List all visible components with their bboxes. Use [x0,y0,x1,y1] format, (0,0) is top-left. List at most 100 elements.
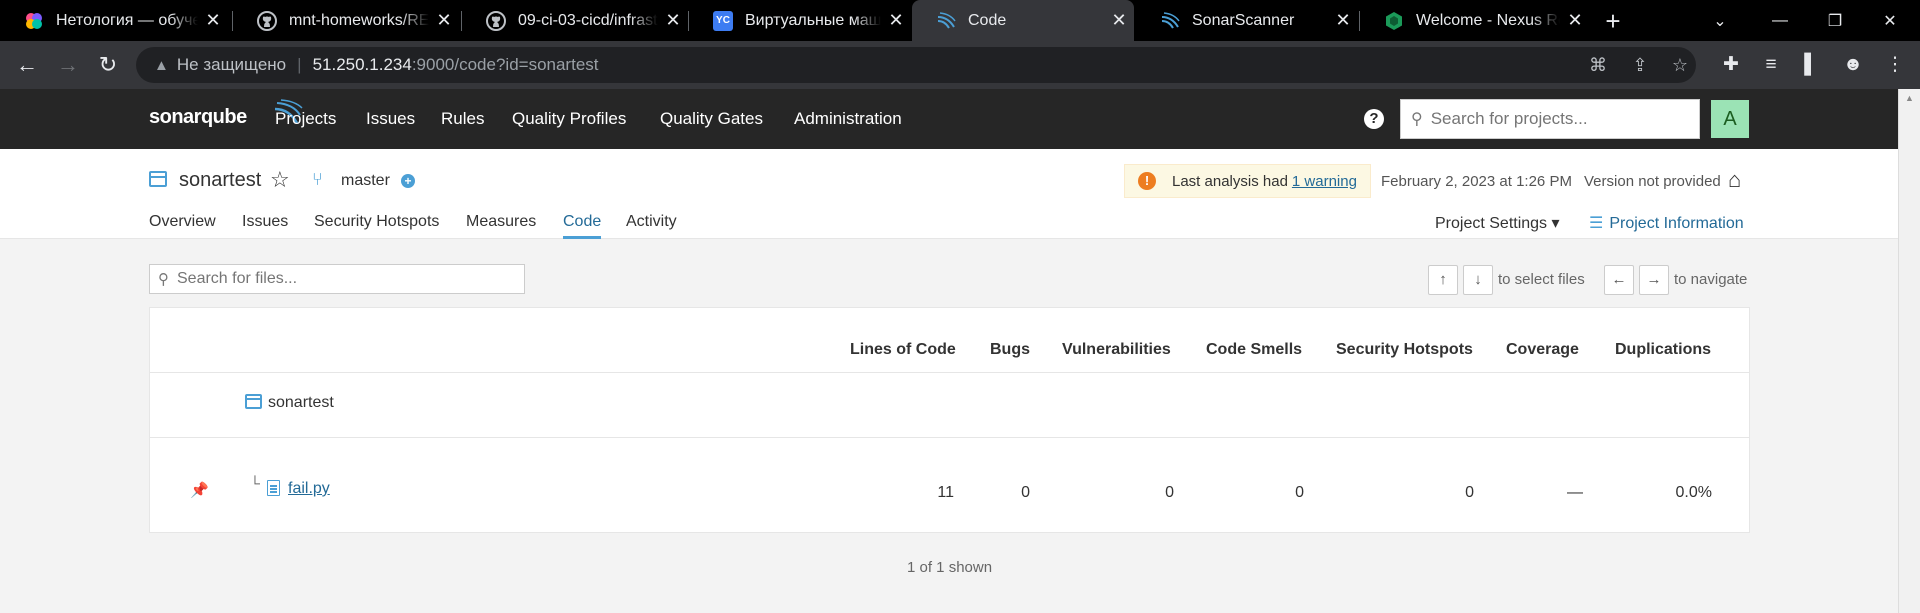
analysis-date: February 2, 2023 at 1:26 PM [1381,173,1572,190]
branch-icon: ⑂ [312,169,323,189]
tab-measures[interactable]: Measures [466,213,536,239]
tab-issues[interactable]: Issues [242,213,288,239]
cell-lines-of-code[interactable]: 11 [937,484,954,502]
row-divider [150,437,1749,438]
nav-projects[interactable]: Projects [275,109,336,129]
column-duplications: Duplications [1615,341,1712,358]
nav-administration[interactable]: Administration [794,109,902,129]
close-tab-icon[interactable]: ✕ [1328,10,1358,31]
tab-search-icon[interactable]: ⌄ [1690,0,1750,41]
github-icon [257,10,277,31]
file-icon [267,480,280,496]
warning-icon: ! [1138,172,1156,190]
close-tab-icon[interactable]: ✕ [429,10,459,31]
directory-name: sonartest [268,394,334,411]
nav-quality-gates[interactable]: Quality Gates [660,109,763,129]
column-coverage: Coverage [1506,341,1579,358]
close-tab-icon[interactable]: ✕ [881,10,911,31]
browser-tab-nexus[interactable]: Welcome - Nexus Repository ✕ [1360,0,1590,41]
netology-icon [24,11,44,31]
project-information-link[interactable]: ☰ Project Information [1589,213,1744,233]
favorite-star-icon[interactable]: ☆ [270,167,290,193]
scroll-up-icon[interactable]: ▲ [1905,93,1914,103]
key-right-hint: → [1639,265,1669,295]
nav-issues[interactable]: Issues [366,109,415,129]
select-files-hint: to select files [1498,271,1585,288]
key-left-hint: ← [1604,265,1634,295]
browser-tab-netology[interactable]: Нетология — обучение ✕ [0,0,228,41]
address-bar[interactable]: ▲ Не защищено | 51.250.1.234 :9000/code?… [136,47,1696,83]
nav-rules[interactable]: Rules [441,109,484,129]
new-tab-button[interactable]: + [1598,6,1628,36]
cell-bugs[interactable]: 0 [1021,484,1030,502]
menu-icon[interactable]: ⋮ [1884,54,1906,76]
close-tab-icon[interactable]: ✕ [658,10,688,31]
project-name[interactable]: sonartest [179,169,261,192]
browser-tab-sonarscanner[interactable]: SonarScanner ✕ [1136,0,1358,41]
header-divider [150,372,1749,373]
file-search[interactable]: ⚲ [149,264,525,294]
cell-coverage: — [1567,484,1583,501]
profile-icon[interactable]: ☻ [1842,54,1864,76]
results-count: 1 of 1 shown [907,559,993,576]
sonarqube-logo[interactable]: sonarqube [149,99,303,129]
share-icon[interactable]: ⇪ [1630,55,1650,75]
cell-code-smells[interactable]: 0 [1295,484,1304,502]
insecure-label: Не защищено [176,55,287,74]
branch-add-icon[interactable]: + [401,174,415,188]
logo-text: sonarqube [149,106,247,128]
tab-title: mnt-homeworks/README [289,11,429,29]
key-up-hint: ↑ [1428,265,1458,295]
branch-name[interactable]: master [341,172,390,190]
user-avatar[interactable]: A [1711,100,1749,138]
sonarqube-navbar: sonarqube Projects Issues Rules Quality … [0,89,1898,149]
browser-tab-code[interactable]: Code ✕ [912,0,1134,41]
close-window-button[interactable]: ✕ [1860,0,1920,41]
browser-tab-virtual-machines[interactable]: YC Виртуальные машины ✕ [689,0,911,41]
close-tab-icon[interactable]: ✕ [198,10,228,31]
directory-icon [245,394,262,409]
version-label: Version not provided [1584,173,1721,190]
tab-title: Welcome - Nexus Repository [1416,11,1560,29]
project-search-input[interactable] [1430,109,1671,129]
close-tab-icon[interactable]: ✕ [1560,10,1590,31]
bookmark-star-icon[interactable]: ☆ [1670,55,1690,75]
browser-tab-mnt-homeworks[interactable]: mnt-homeworks/README ✕ [233,0,459,41]
url-path: :9000/code?id=sonartest [411,55,599,74]
navigate-hint: to navigate [1674,271,1748,288]
side-panel-icon[interactable]: ▌ [1800,54,1822,76]
project-settings-dropdown[interactable]: Project Settings ▾ [1435,213,1560,233]
cell-duplications[interactable]: 0.0% [1676,484,1712,502]
nav-quality-profiles[interactable]: Quality Profiles [512,109,626,129]
project-search[interactable]: ⚲ [1400,99,1700,139]
yandex-cloud-icon: YC [713,10,733,31]
back-button[interactable]: ← [12,50,42,80]
page-scrollbar[interactable]: ▲ [1898,89,1920,613]
file-name-link[interactable]: fail.py [288,480,330,498]
pin-icon[interactable]: 📌 [190,481,209,499]
extensions-icon[interactable]: ✚ [1720,54,1742,76]
tab-overview[interactable]: Overview [149,213,216,239]
project-icon [149,171,167,187]
reload-button[interactable]: ↻ [93,50,123,80]
minimize-button[interactable]: — [1750,0,1810,41]
cell-security-hotspots[interactable]: 0 [1465,484,1474,502]
tab-security-hotspots[interactable]: Security Hotspots [314,213,439,239]
home-icon[interactable]: ⌂ [1728,167,1741,193]
tab-code[interactable]: Code [563,213,602,239]
file-search-input[interactable] [177,270,507,288]
sonarqube-icon [936,11,956,31]
warning-triangle-icon: ▲ [154,56,169,74]
restore-button[interactable]: ❐ [1805,0,1865,41]
warning-link[interactable]: 1 warning [1292,173,1357,190]
help-icon[interactable]: ? [1364,109,1384,129]
tab-activity[interactable]: Activity [626,213,677,239]
cell-vulnerabilities[interactable]: 0 [1165,484,1174,502]
close-tab-icon[interactable]: ✕ [1104,10,1134,31]
code-table: Lines of Code Bugs Vulnerabilities Code … [149,307,1750,533]
tree-branch-icon: └ [250,475,260,491]
browser-tab-infrastructure[interactable]: 09-ci-03-cicd/infrastructure ✕ [462,0,688,41]
media-queue-icon[interactable]: ≡ [1760,54,1782,76]
translate-icon[interactable]: ⌘ [1588,55,1608,75]
forward-button[interactable]: → [53,50,83,80]
